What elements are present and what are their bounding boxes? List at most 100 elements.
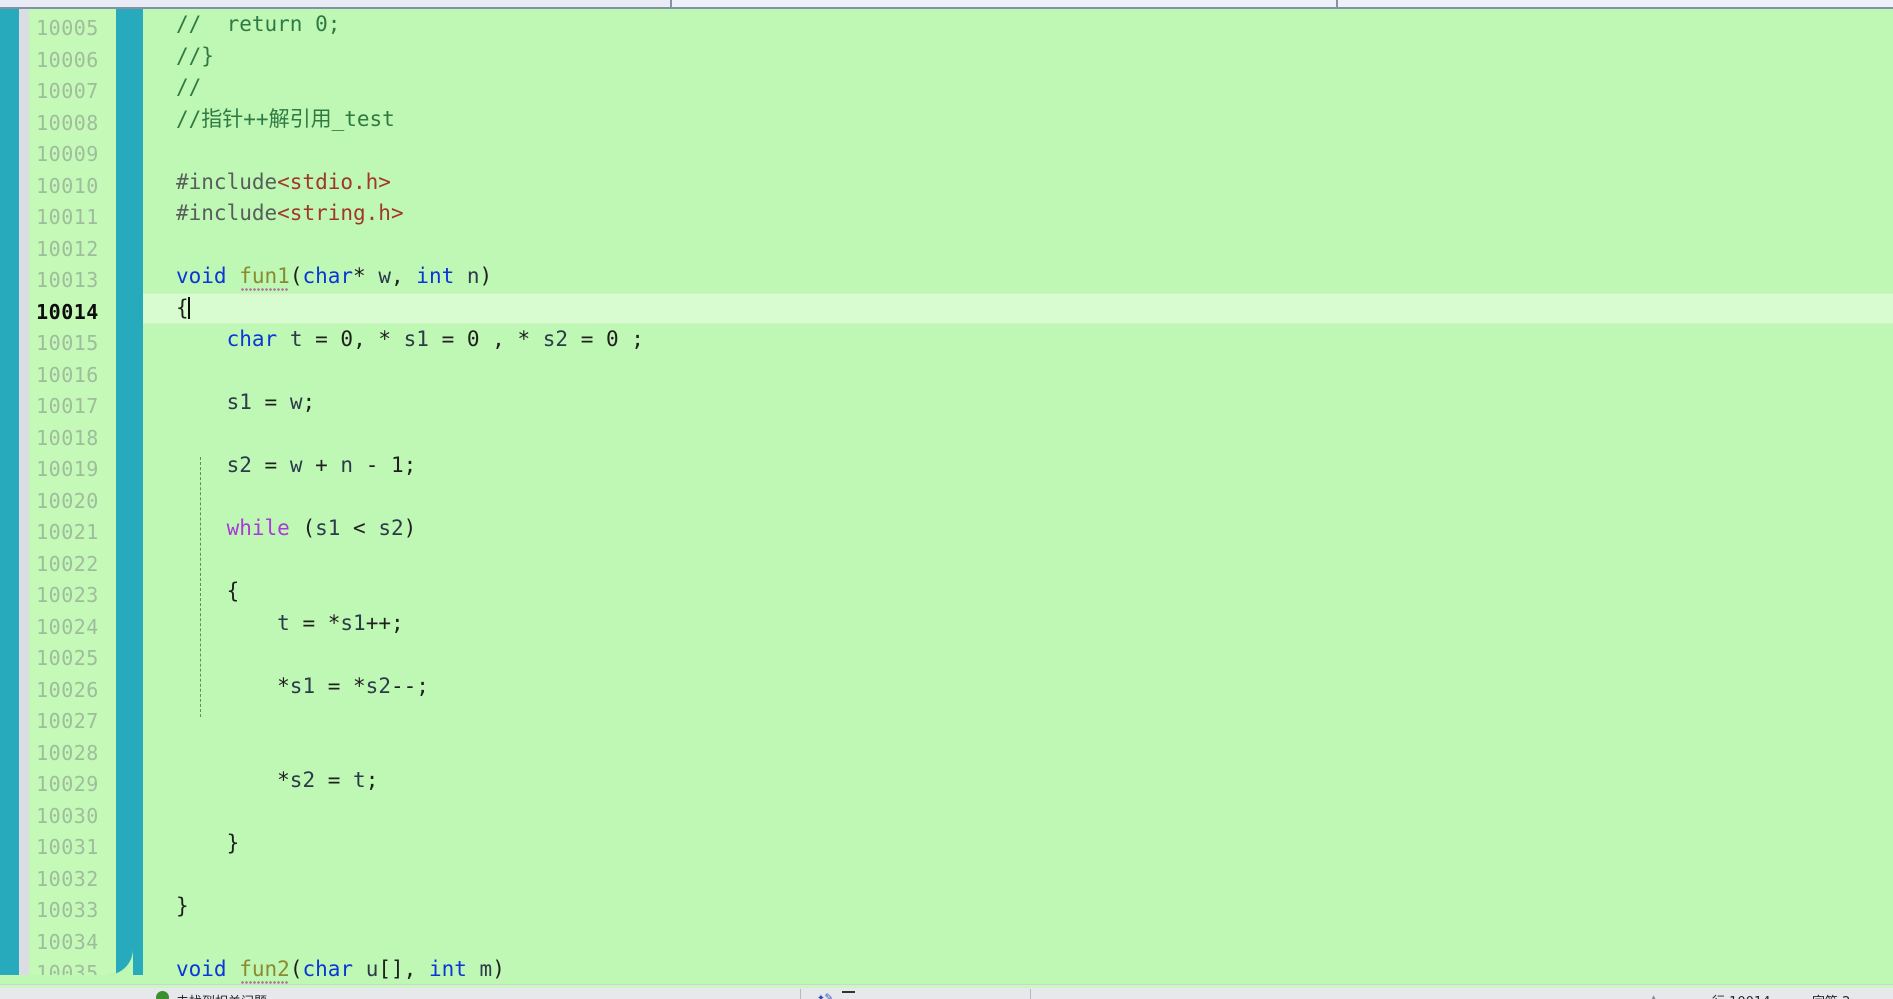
token-kw: void: [176, 957, 227, 981]
gutter-line-number: 10009: [36, 142, 99, 166]
code-line[interactable]: [143, 482, 1893, 514]
token-op: ;: [302, 390, 316, 414]
token-hdr: <string.h>: [277, 201, 404, 225]
token-op: , *: [353, 327, 404, 351]
token-op: ;: [618, 327, 644, 351]
gutter-line-number: 10031: [36, 835, 99, 859]
token-id: w: [289, 390, 303, 414]
code-line[interactable]: s2 = w + n - 1;: [143, 450, 1893, 482]
code-line[interactable]: //: [143, 72, 1893, 104]
gutter-line-number: 10023: [36, 583, 99, 607]
code-line[interactable]: while (s1 < s2): [143, 513, 1893, 545]
code-line[interactable]: s1 = w;: [143, 387, 1893, 419]
gutter-line-number: 10006: [36, 47, 99, 72]
token-op: , *: [479, 327, 543, 351]
line-number-gutter-overlay: 10005 10006 10007 10008 10009 10010 10011 10012…: [0, 9, 133, 975]
code-line[interactable]: [143, 135, 1893, 167]
code-line[interactable]: [143, 702, 1893, 734]
token-op: }: [176, 831, 240, 855]
token-op: = *: [289, 610, 341, 635]
token-op: [176, 390, 227, 414]
code-line[interactable]: [143, 797, 1893, 829]
code-editor[interactable]: // return 0;//}////指针++解引用_test #include<…: [0, 9, 1893, 984]
gutter-line-number: 10017: [36, 394, 99, 418]
token-op: [467, 957, 480, 981]
code-line[interactable]: [143, 639, 1893, 671]
edit-pencil-icon[interactable]: ✦✎: [817, 990, 833, 999]
code-line[interactable]: *s1 = *s2--;: [143, 671, 1893, 703]
code-line[interactable]: {: [143, 292, 1893, 324]
code-line[interactable]: #include<string.h>: [143, 198, 1893, 230]
token-num: 1: [391, 453, 404, 477]
token-id: s2: [289, 768, 316, 792]
token-op: = *: [315, 673, 366, 698]
token-kw: char: [302, 264, 354, 288]
code-line[interactable]: [143, 419, 1893, 451]
token-kw: void: [176, 264, 227, 288]
token-comment: // return 0;: [176, 12, 341, 36]
token-num: 0: [466, 327, 480, 351]
toolbar-group-3[interactable]: [1338, 0, 1893, 7]
token-op: -: [353, 453, 391, 477]
token-kw: char: [302, 957, 354, 981]
status-separator-2: [1030, 989, 1031, 999]
code-line[interactable]: }: [143, 891, 1893, 923]
code-line[interactable]: [143, 923, 1893, 955]
code-text-area[interactable]: // return 0;//}////指针++解引用_test #include<…: [143, 9, 1893, 984]
token-id: t: [353, 768, 366, 792]
token-id: w: [289, 453, 303, 477]
gutter-line-number: 10033: [36, 898, 99, 922]
chevron-up-icon[interactable]: ▲: [1650, 991, 1657, 999]
token-id: s1: [226, 390, 252, 414]
token-comment: //指针++解引用_test: [176, 106, 395, 131]
token-op: [176, 516, 227, 540]
token-id: s2: [378, 516, 404, 540]
cursor-line-label: 行 10014: [1712, 991, 1771, 999]
collapse-icon[interactable]: [842, 991, 855, 993]
token-num: 0: [340, 327, 354, 351]
token-op: ;: [403, 453, 417, 477]
token-op: (: [289, 516, 316, 540]
token-op: =: [428, 327, 467, 351]
token-id: t: [289, 327, 303, 351]
code-line[interactable]: {: [143, 576, 1893, 608]
token-op: =: [251, 453, 290, 477]
toolbar-group-1[interactable]: [0, 0, 672, 7]
token-op: [176, 453, 227, 477]
token-op: ;: [365, 768, 379, 792]
gutter-line-number: 10034: [36, 929, 99, 954]
gutter-line-number: 10035: [36, 961, 99, 975]
toolbar-group-2[interactable]: [672, 0, 1338, 7]
code-line[interactable]: }: [143, 828, 1893, 860]
token-op: [],: [378, 957, 429, 981]
code-line[interactable]: //指针++解引用_test: [143, 104, 1893, 136]
status-bar[interactable]: 未找到相关问题 ✦✎ ▲ 行 10014 字符 2: [0, 984, 1893, 999]
token-id: n: [466, 264, 480, 288]
toolbar-strip[interactable]: [0, 0, 1893, 9]
token-pre: #include: [176, 169, 278, 194]
gutter-line-number: 10014: [36, 299, 99, 324]
code-line[interactable]: #include<stdio.h>: [143, 167, 1893, 199]
token-fn: fun2: [239, 957, 290, 981]
code-line[interactable]: [143, 734, 1893, 766]
code-line[interactable]: t = *s1++;: [143, 608, 1893, 640]
code-line[interactable]: [143, 230, 1893, 262]
gutter-line-number: 10024: [36, 614, 99, 639]
code-line[interactable]: [143, 860, 1893, 892]
token-hdr: <stdio.h>: [277, 169, 391, 194]
code-line[interactable]: void fun1(char* w, int n): [143, 261, 1893, 293]
token-op: [176, 327, 227, 351]
line-number-list: 10005 10006 10007 10008 10009 10010 10011 10012…: [19, 9, 116, 975]
gutter-line-number: 10011: [36, 205, 99, 229]
code-line[interactable]: //}: [143, 41, 1893, 73]
token-op: ): [403, 516, 417, 540]
token-op: *: [176, 673, 290, 698]
code-line[interactable]: // return 0;: [143, 9, 1893, 41]
token-comment: //}: [176, 43, 214, 68]
code-line[interactable]: [143, 545, 1893, 577]
code-line[interactable]: char t = 0, * s1 = 0 , * s2 = 0 ;: [143, 324, 1893, 356]
code-line[interactable]: void fun2(char u[], int m): [143, 954, 1893, 984]
gutter-separator-bar: [133, 9, 143, 975]
code-line[interactable]: *s2 = t;: [143, 765, 1893, 797]
code-line[interactable]: [143, 356, 1893, 388]
